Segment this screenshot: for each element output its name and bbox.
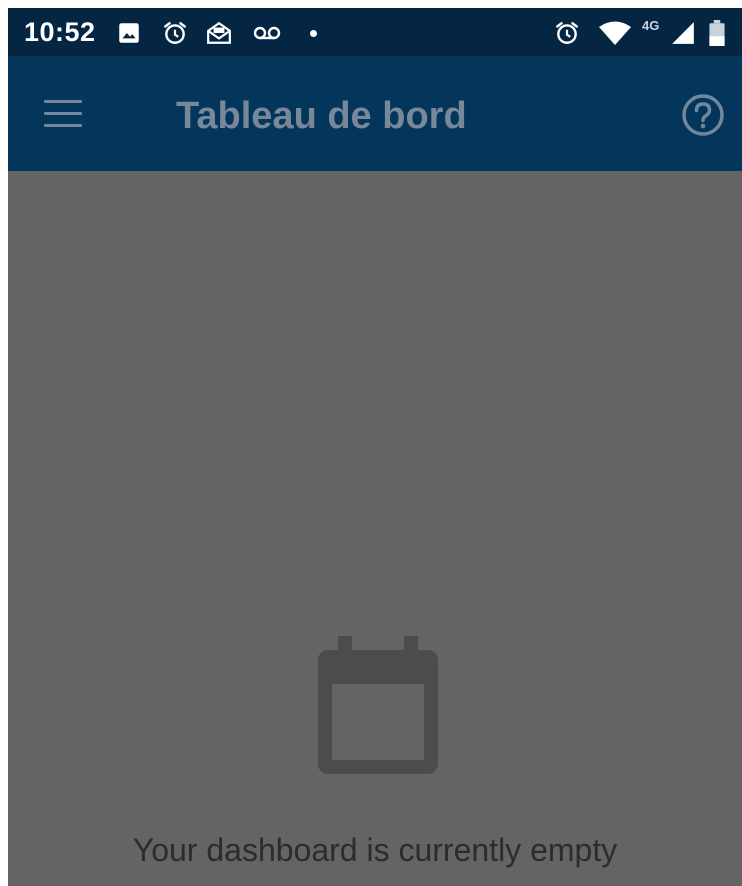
help-button[interactable] <box>680 92 726 138</box>
network-type-label: 4G <box>642 18 660 33</box>
help-circle-icon <box>682 94 724 136</box>
status-bar: 10:52 4G <box>8 8 742 56</box>
app-screen: 10:52 4G Tableau de bord Your dashboard … <box>8 8 742 886</box>
app-bar: Tableau de bord <box>8 56 742 171</box>
empty-state-message: Your dashboard is currently empty <box>132 832 618 868</box>
alarm-icon <box>554 20 580 46</box>
mail-icon <box>206 20 232 46</box>
status-time: 10:52 <box>24 17 96 47</box>
signal-icon <box>670 20 696 46</box>
image-icon <box>116 20 142 46</box>
battery-icon <box>708 20 726 46</box>
voicemail-icon <box>252 20 282 46</box>
menu-button[interactable] <box>38 90 86 138</box>
calendar-icon <box>316 636 440 776</box>
notification-dot-icon <box>310 30 317 37</box>
wifi-icon <box>598 20 632 46</box>
alarm-icon <box>162 20 188 46</box>
page-title: Tableau de bord <box>176 95 467 137</box>
